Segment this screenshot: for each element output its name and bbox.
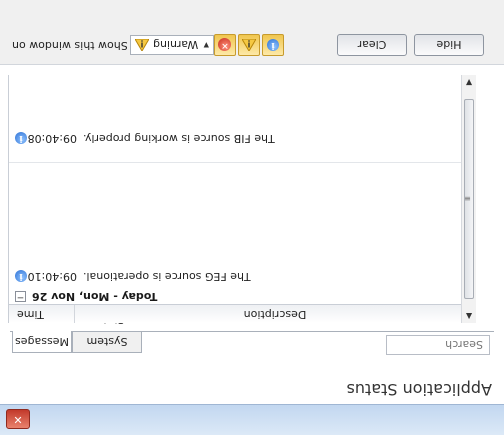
table-row[interactable]: i 09:40:10 The FEG source is operational… — [15, 270, 251, 283]
column-header-time[interactable]: Time — [9, 305, 75, 323]
application-status-window: ✕ Application Status Messages System Sta… — [0, 0, 504, 435]
grip-icon: ≡ — [464, 194, 471, 203]
title-bar[interactable]: ✕ — [0, 404, 504, 435]
show-window-label: Show this window on — [12, 39, 128, 52]
warning-filter-button[interactable] — [238, 34, 260, 56]
row-time: 09:40:10 — [27, 270, 77, 283]
warning-icon — [135, 39, 149, 51]
chevron-down-icon[interactable]: ▼ — [204, 41, 209, 49]
search-input[interactable] — [386, 335, 490, 355]
warning-icon — [242, 39, 256, 51]
group-label: Today - Mon, Nov 26 — [32, 290, 158, 303]
error-icon: ✕ — [218, 38, 232, 52]
scroll-up-arrow-icon[interactable]: ▲ — [462, 309, 476, 323]
info-icon: i — [15, 270, 27, 283]
hide-button[interactable]: Hide — [414, 34, 484, 56]
scroll-down-arrow-icon[interactable]: ▼ — [462, 75, 476, 89]
tab-system-status[interactable]: System Status — [72, 313, 142, 353]
collapse-toggle-icon[interactable]: − — [15, 291, 26, 302]
info-icon: i — [15, 132, 27, 145]
tab-panel-border — [10, 331, 494, 332]
vertical-scrollbar[interactable]: ▲ ≡ ▼ — [461, 75, 476, 323]
grid-header: Time Description — [9, 304, 475, 323]
error-filter-button[interactable]: ✕ — [214, 34, 236, 56]
column-header-description[interactable]: Description — [75, 305, 475, 323]
level-value: Warning — [153, 38, 199, 52]
info-filter-button[interactable]: i — [262, 34, 284, 56]
row-description: The FEG source is operational. — [83, 270, 251, 283]
table-row[interactable]: i 09:40:08 The FIB source is working pro… — [15, 132, 275, 145]
scroll-thumb[interactable]: ≡ — [464, 99, 474, 299]
tab-messages[interactable]: Messages — [12, 331, 72, 353]
clear-button[interactable]: Clear — [337, 34, 407, 56]
row-description: The FIB source is working properly. — [83, 132, 275, 145]
close-window-button[interactable]: ✕ — [6, 409, 30, 429]
row-time: 09:40:08 — [27, 132, 77, 145]
page-title: Application Status — [346, 380, 492, 399]
messages-grid: Time Description − Today - Mon, Nov 26 i… — [8, 75, 476, 323]
info-icon: i — [267, 39, 279, 51]
footer-toolbar: Show this window on Warning ▼ i ✕ Clear … — [0, 0, 504, 65]
row-divider — [9, 162, 475, 163]
group-row-today[interactable]: − Today - Mon, Nov 26 — [15, 290, 157, 303]
level-dropdown[interactable]: Warning ▼ — [130, 35, 214, 55]
